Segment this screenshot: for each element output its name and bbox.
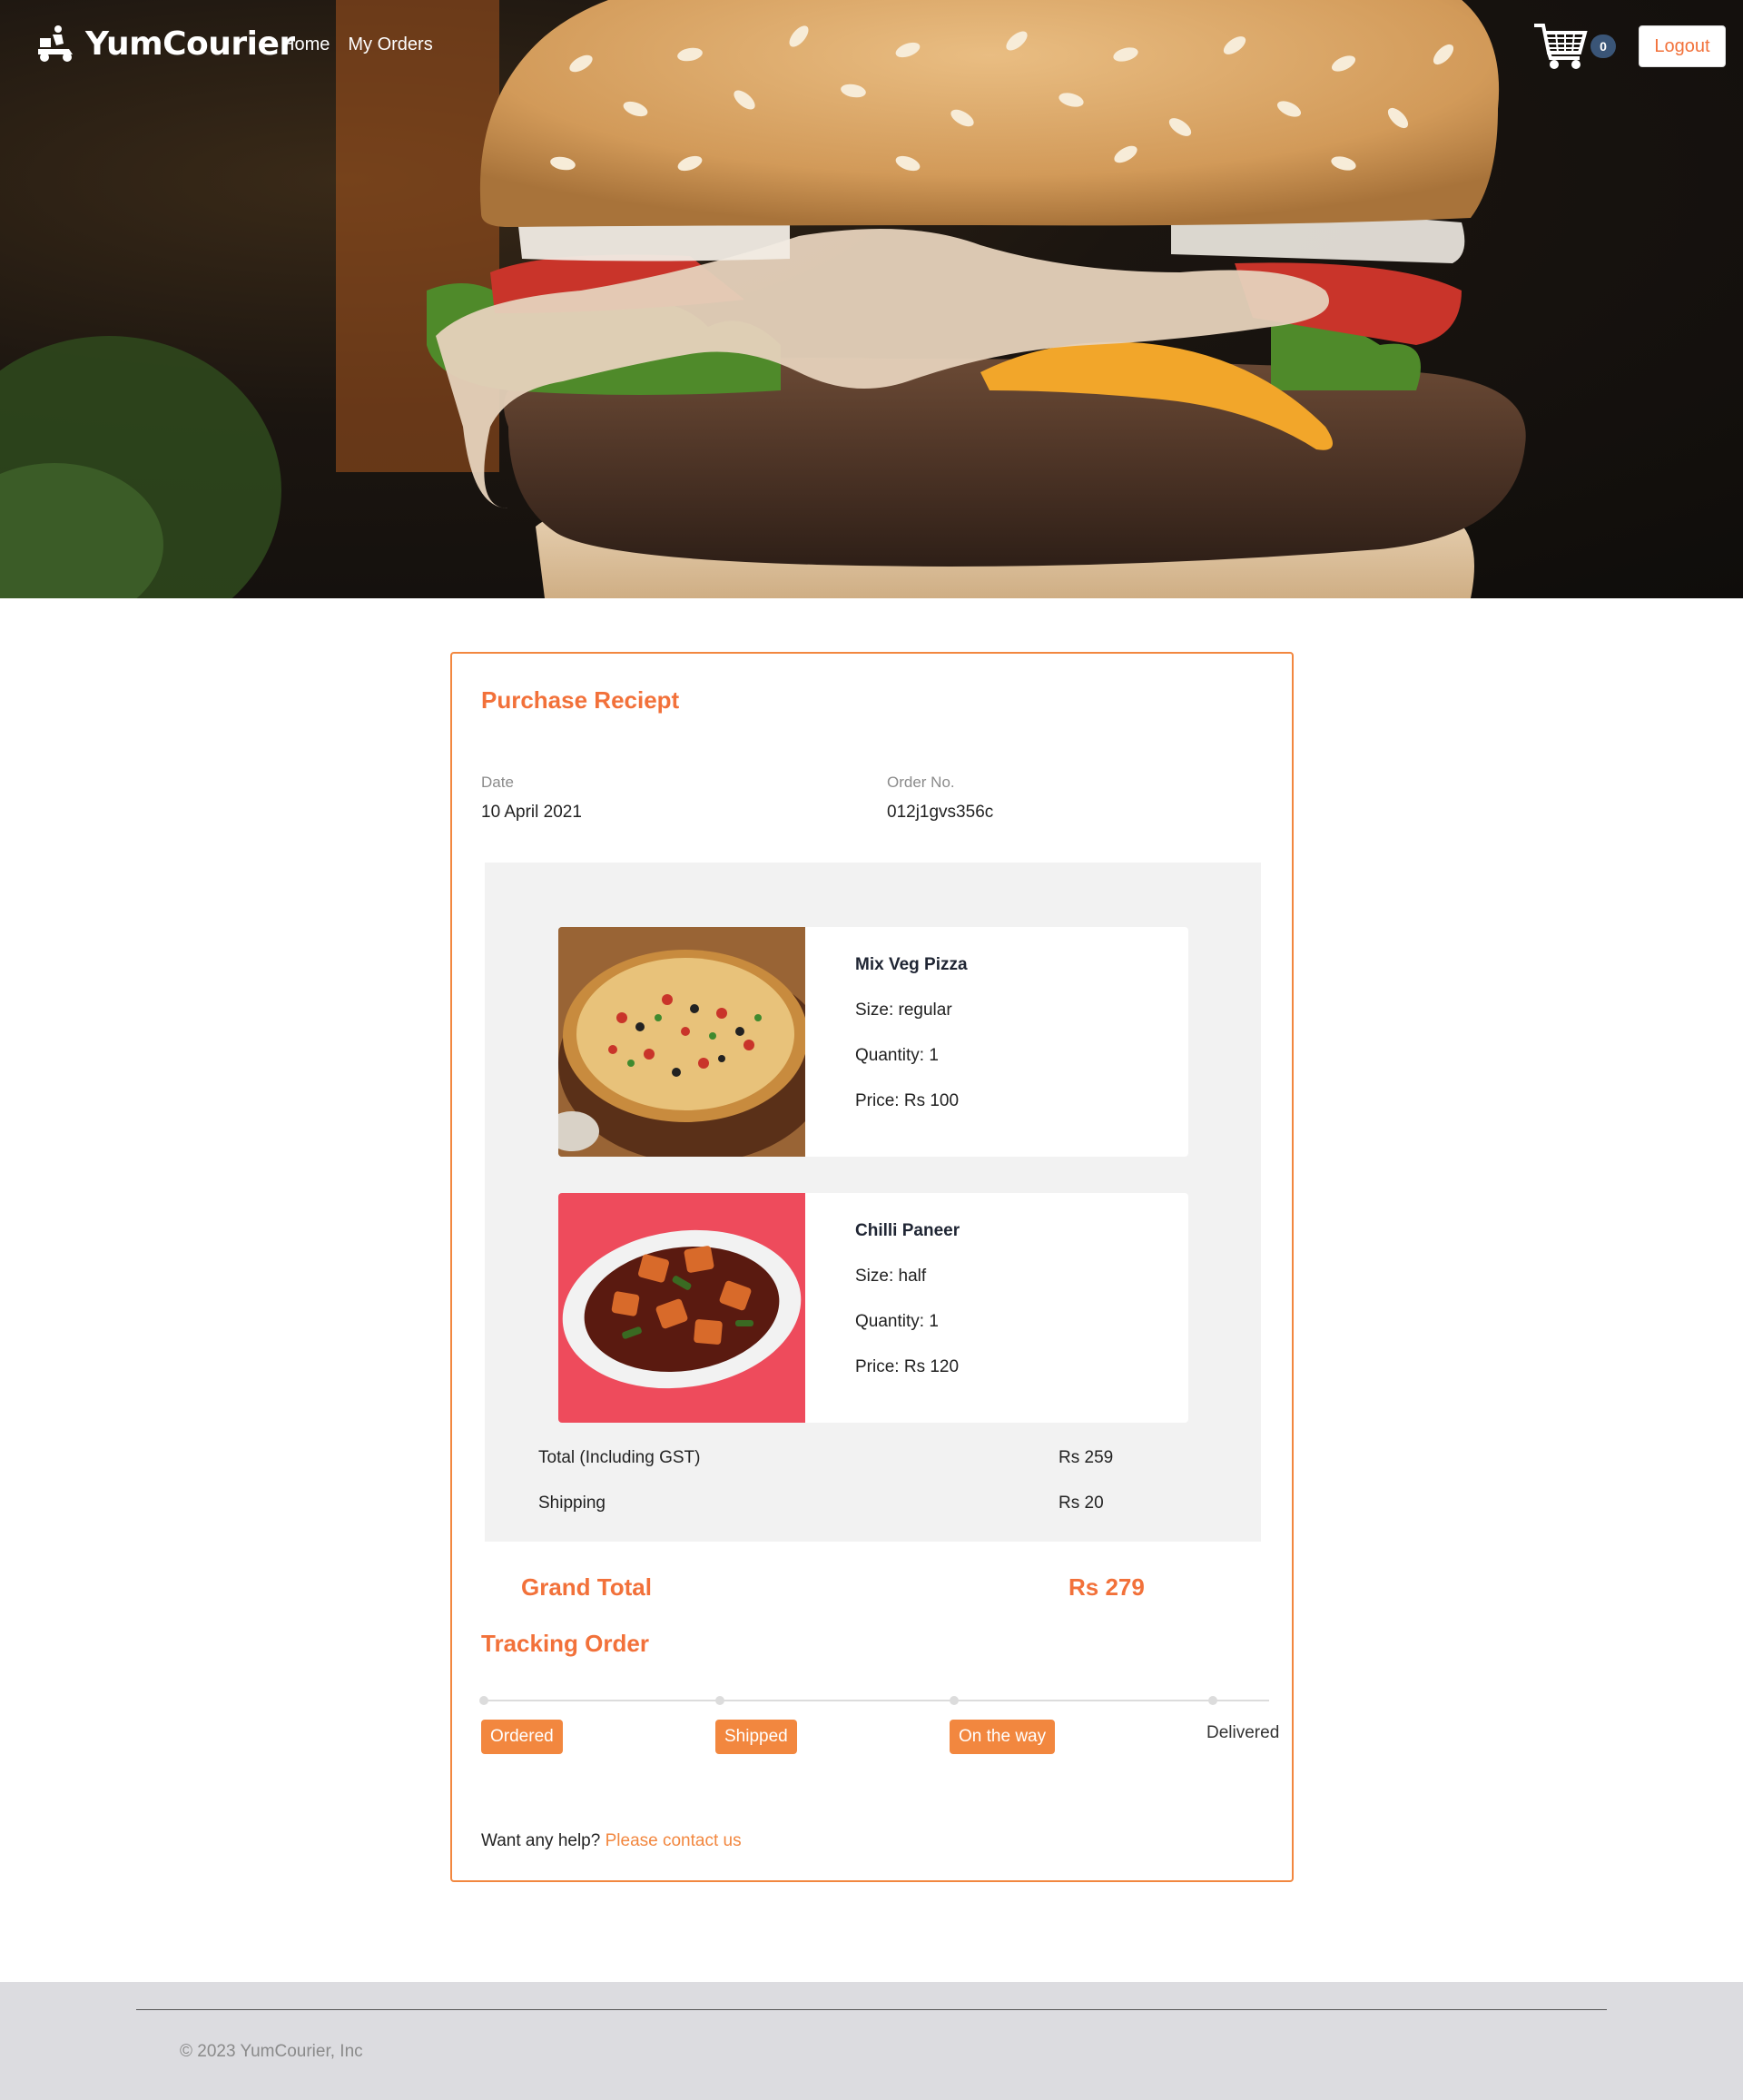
receipt-card: Purchase Reciept Date 10 April 2021 Orde… — [450, 652, 1294, 1882]
item-name: Mix Veg Pizza — [855, 955, 968, 974]
help-text: Want any help? — [481, 1831, 606, 1850]
item-size: Size: regular — [855, 1001, 952, 1020]
receipt-title: Purchase Reciept — [481, 686, 680, 714]
chilli-paneer-image — [558, 1193, 805, 1423]
tracking-dot — [1208, 1696, 1217, 1705]
tracking-dot — [479, 1696, 488, 1705]
shipping-value: Rs 20 — [1059, 1494, 1104, 1513]
date-value: 10 April 2021 — [481, 803, 582, 822]
date-label: Date — [481, 774, 514, 791]
order-item: Chilli Paneer Size: half Quantity: 1 Pri… — [558, 1193, 1188, 1423]
order-number-label: Order No. — [887, 774, 955, 791]
item-price: Price: Rs 100 — [855, 1091, 960, 1110]
tracking-title: Tracking Order — [481, 1630, 649, 1657]
help-section: Want any help? Please contact us — [481, 1831, 742, 1851]
item-size: Size: half — [855, 1267, 927, 1286]
tracking-progress-line — [485, 1700, 1269, 1701]
navbar: YumCourier Home My Orders 0 Logout — [0, 0, 1743, 94]
item-name: Chilli Paneer — [855, 1221, 960, 1240]
grand-total-label: Grand Total — [521, 1573, 652, 1601]
brand-logo[interactable]: YumCourier — [36, 24, 295, 64]
contact-us-link[interactable]: Please contact us — [606, 1831, 742, 1850]
grand-total-value: Rs 279 — [1068, 1573, 1145, 1601]
nav-home-link[interactable]: Home — [281, 35, 330, 55]
nav-my-orders-link[interactable]: My Orders — [348, 35, 432, 55]
footer-divider — [136, 2009, 1607, 2010]
nav-links: Home My Orders — [281, 35, 433, 55]
order-item: Mix Veg Pizza Size: regular Quantity: 1 … — [558, 927, 1188, 1157]
tracking-dot — [715, 1696, 724, 1705]
item-price: Price: Rs 120 — [855, 1357, 960, 1376]
tracking-dot — [950, 1696, 959, 1705]
tracking-step-ordered: Ordered — [481, 1720, 563, 1754]
brand-name: YumCourier — [85, 25, 295, 63]
mix-veg-pizza-image — [558, 927, 805, 1157]
order-items-panel: Mix Veg Pizza Size: regular Quantity: 1 … — [485, 863, 1261, 1542]
item-quantity: Quantity: 1 — [855, 1312, 939, 1331]
logout-button[interactable]: Logout — [1639, 25, 1726, 67]
tracking-step-delivered: Delivered — [1206, 1723, 1280, 1742]
tracking-step-on-the-way: On the way — [950, 1720, 1056, 1754]
cart-count-badge: 0 — [1590, 35, 1616, 58]
delivery-scooter-icon — [38, 25, 73, 62]
copyright-text: © 2023 YumCourier, Inc — [180, 2042, 363, 2061]
tracking-step-shipped: Shipped — [715, 1720, 797, 1754]
shipping-label: Shipping — [538, 1494, 606, 1513]
shopping-cart-icon[interactable] — [1532, 20, 1589, 71]
order-number-value: 012j1gvs356c — [887, 803, 994, 822]
footer: © 2023 YumCourier, Inc — [0, 1982, 1743, 2100]
total-label: Total (Including GST) — [538, 1448, 701, 1467]
total-value: Rs 259 — [1059, 1448, 1114, 1467]
item-quantity: Quantity: 1 — [855, 1046, 939, 1065]
